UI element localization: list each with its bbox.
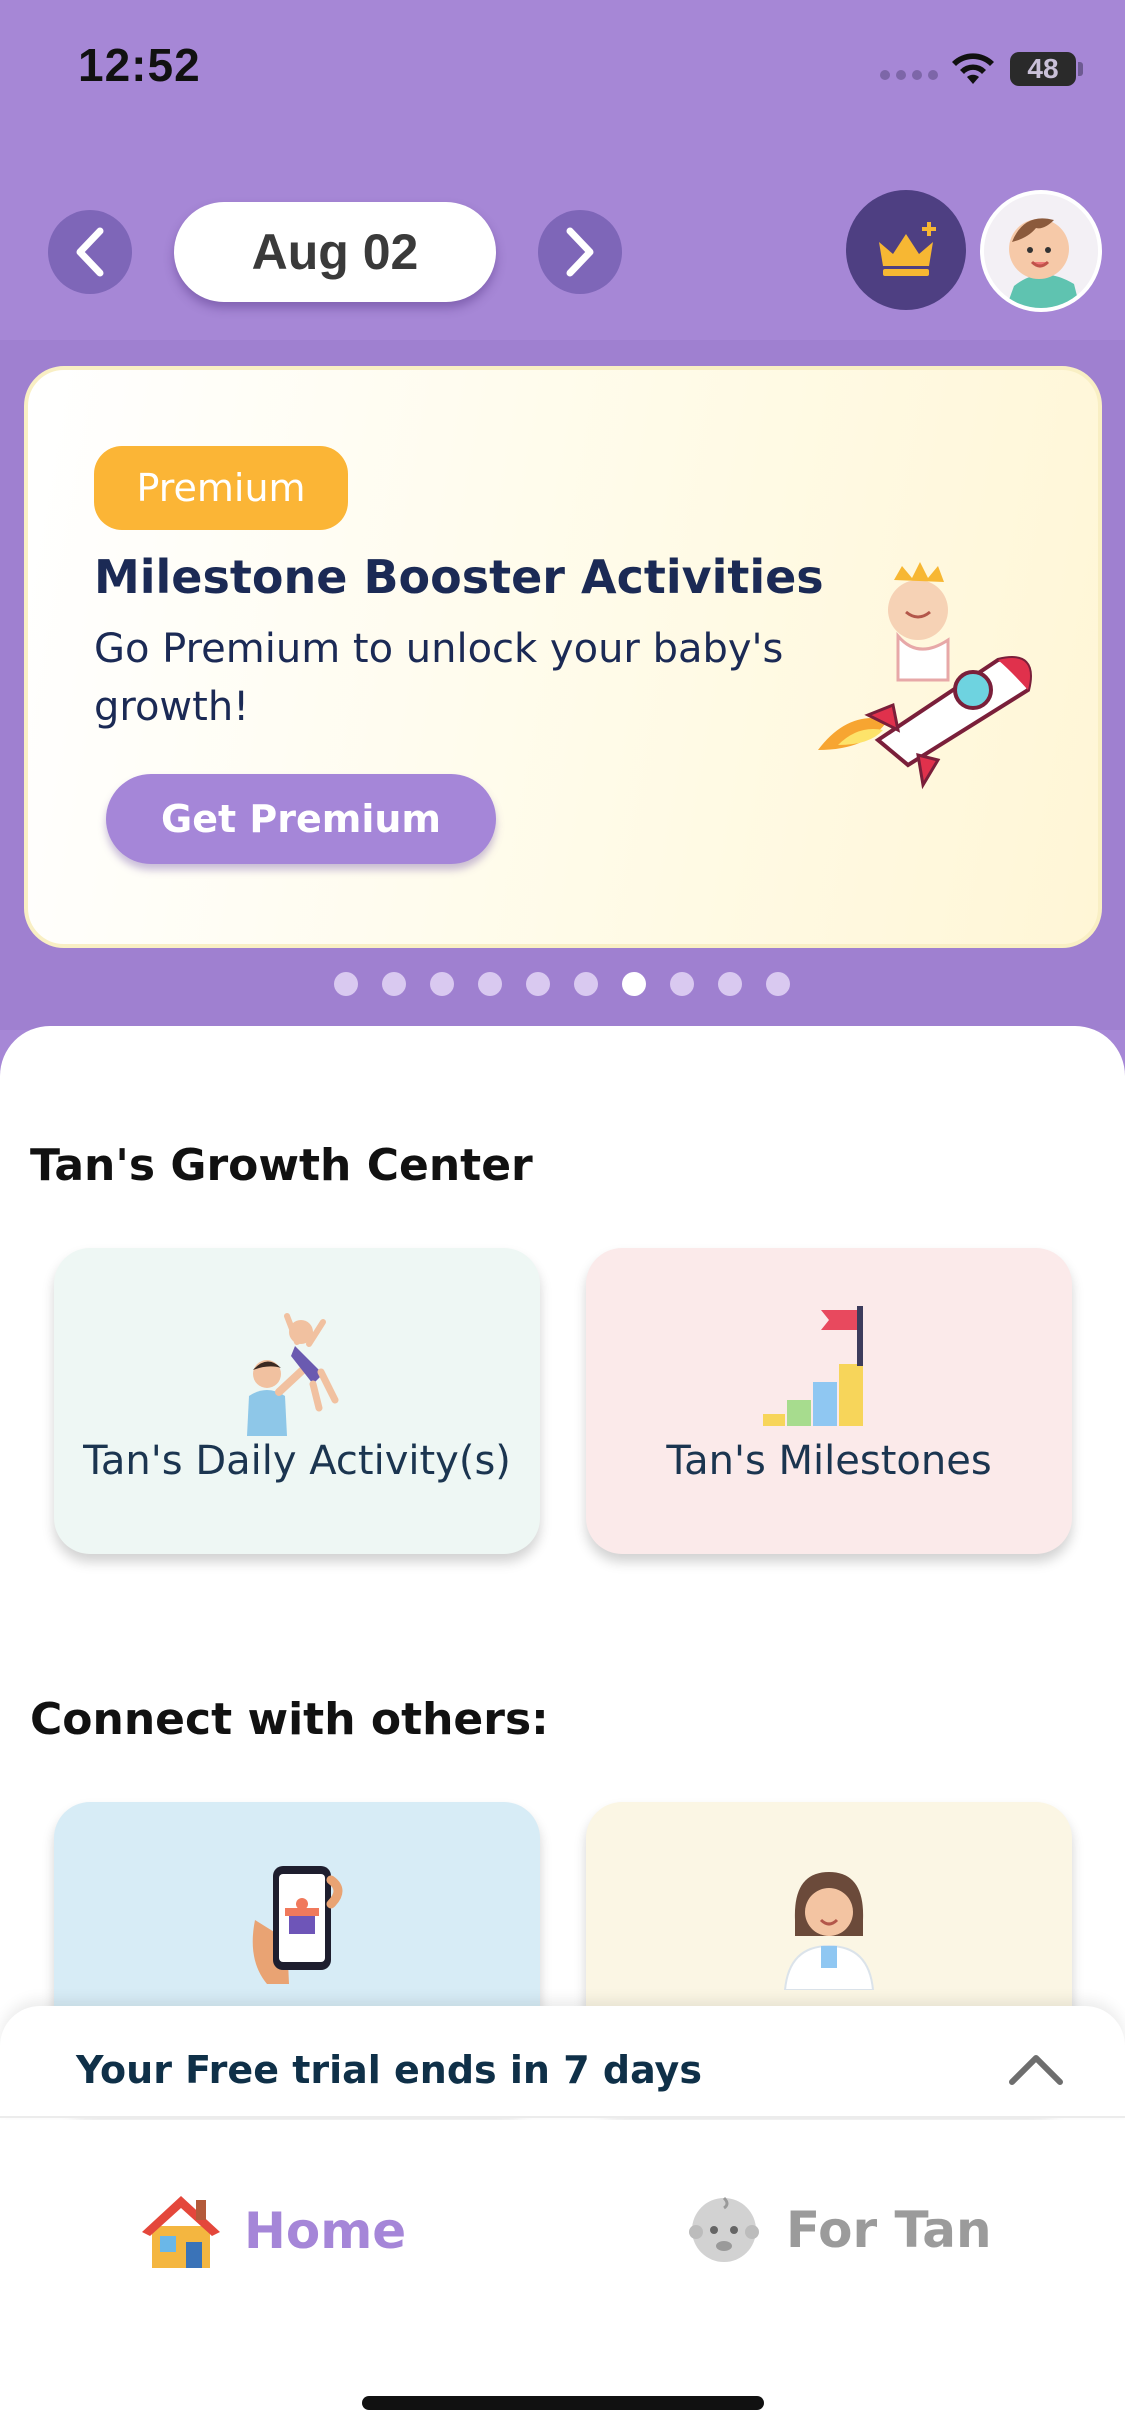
wifi-icon — [952, 53, 994, 84]
chevron-left-icon — [76, 227, 104, 277]
carousel-dot-active[interactable] — [622, 972, 646, 996]
free-trial-bar[interactable]: Your Free trial ends in 7 days — [0, 2006, 1125, 2118]
carousel-dot[interactable] — [382, 972, 406, 996]
carousel-dot[interactable] — [430, 972, 454, 996]
crown-icon — [879, 222, 936, 276]
home-indicator — [362, 2396, 764, 2410]
growth-center-title: Tan's Growth Center — [30, 1140, 533, 1191]
milestones-label: Tan's Milestones — [666, 1438, 992, 1484]
status-bar: 12:52 48 — [0, 0, 1125, 140]
free-trial-text: Your Free trial ends in 7 days — [76, 2048, 702, 2092]
banner-title: Milestone Booster Activities — [94, 550, 824, 604]
daily-activity-label: Tan's Daily Activity(s) — [83, 1438, 511, 1484]
premium-badge: Premium — [94, 446, 348, 530]
carousel-dot[interactable] — [574, 972, 598, 996]
house-icon — [142, 2196, 220, 2268]
baby-avatar-button[interactable] — [980, 190, 1102, 312]
doctor-icon — [783, 1872, 875, 1990]
get-premium-button[interactable]: Get Premium — [106, 774, 496, 864]
date-selector[interactable]: Aug 02 — [174, 202, 496, 302]
chevron-right-icon — [566, 227, 594, 277]
premium-crown-button[interactable] — [846, 190, 966, 310]
rocket-baby-icon — [818, 562, 1032, 790]
baby-face-icon — [689, 2196, 759, 2262]
carousel-dot[interactable] — [670, 972, 694, 996]
connect-title: Connect with others: — [30, 1694, 549, 1745]
milestone-flag-icon — [763, 1306, 863, 1426]
tab-home[interactable]: Home — [140, 2190, 406, 2272]
battery-tip — [1078, 62, 1083, 76]
phone-gift-icon — [252, 1866, 343, 1984]
tab-for-tan[interactable]: For Tan — [684, 2190, 992, 2270]
carousel-dot[interactable] — [526, 972, 550, 996]
baby-avatar-icon — [984, 194, 1098, 308]
next-date-button[interactable] — [538, 210, 622, 294]
carousel-dot[interactable] — [718, 972, 742, 996]
tab-for-tan-label: For Tan — [786, 2201, 992, 2259]
carousel-dot[interactable] — [334, 972, 358, 996]
bottom-tab-bar: Home For Tan — [0, 2120, 1125, 2436]
carousel-dot[interactable] — [766, 972, 790, 996]
daily-activity-card[interactable]: Tan's Daily Activity(s) — [54, 1248, 540, 1554]
premium-banner-card[interactable]: Premium Milestone Booster Activities Go … — [24, 366, 1102, 948]
tab-home-label: Home — [244, 2202, 407, 2260]
carousel-dot[interactable] — [478, 972, 502, 996]
previous-date-button[interactable] — [48, 210, 132, 294]
carousel-pagination[interactable] — [334, 972, 790, 996]
chevron-up-icon[interactable] — [1008, 2052, 1064, 2086]
milestones-card[interactable]: Tan's Milestones — [586, 1248, 1072, 1554]
status-time: 12:52 — [78, 39, 201, 91]
cellular-signal-icon — [880, 70, 938, 80]
parent-child-icon — [247, 1313, 339, 1436]
banner-subtitle: Go Premium to unlock your baby's growth! — [94, 626, 784, 730]
battery-icon: 48 — [1010, 52, 1076, 86]
